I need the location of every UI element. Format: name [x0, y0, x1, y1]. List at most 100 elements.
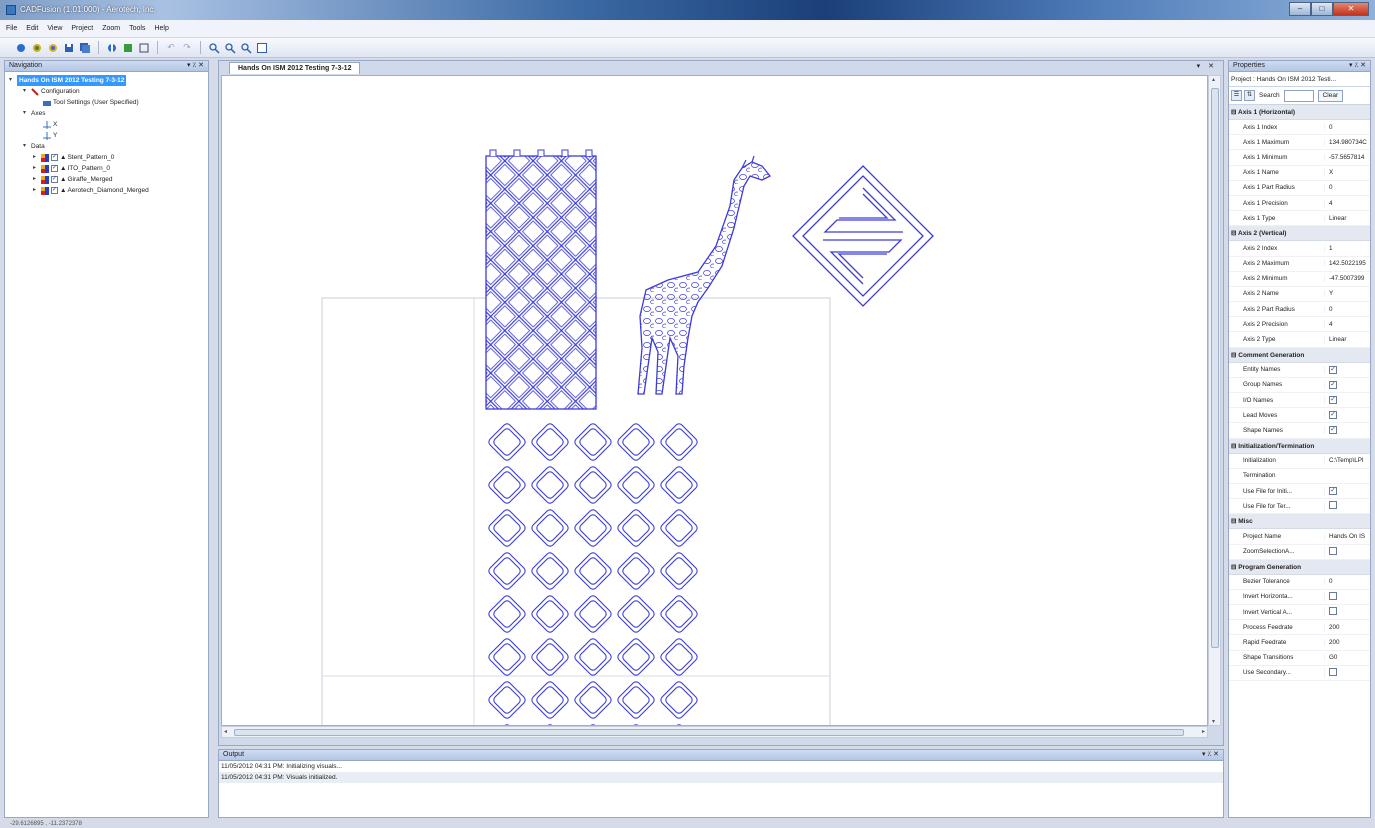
vertical-scrollbar[interactable]: ▴ ▾ — [1208, 75, 1221, 726]
property-row[interactable]: I/O Names ✓ — [1229, 393, 1370, 409]
menu-view[interactable]: View — [47, 25, 62, 32]
tree-node-axis-y[interactable]: Y — [9, 130, 204, 141]
ito-pattern[interactable] — [487, 422, 699, 726]
property-row[interactable]: ZoomSelectionA... — [1229, 545, 1370, 560]
giraffe-pattern[interactable] — [637, 155, 772, 395]
categorized-icon[interactable]: ☰ — [1231, 90, 1242, 101]
preview-icon[interactable] — [137, 41, 151, 55]
property-value[interactable]: 4 — [1324, 199, 1370, 207]
property-row[interactable]: Axis 1 Maximum 134.980734C — [1229, 135, 1370, 151]
property-value[interactable]: C:\Temp\LPI — [1324, 457, 1370, 465]
close-button[interactable]: ✕ — [1333, 2, 1369, 16]
collapse-icon[interactable]: ▾ — [23, 141, 31, 152]
undo-icon[interactable]: ↶ — [164, 41, 178, 55]
property-value[interactable]: G0 — [1324, 654, 1370, 662]
property-row[interactable]: Axis 2 Index 1 — [1229, 241, 1370, 257]
tree-node-axis-x[interactable]: X — [9, 119, 204, 130]
property-category[interactable]: ⊟ Axis 1 (Horizontal) — [1229, 105, 1370, 120]
project-name[interactable]: Hands On ISM 2012 Testing 7-3-12 — [17, 75, 127, 86]
menu-file[interactable]: File — [6, 25, 17, 32]
property-value[interactable]: 0 — [1324, 305, 1370, 313]
property-value[interactable]: 0 — [1324, 123, 1370, 131]
scroll-left-icon[interactable]: ◂ — [224, 728, 227, 735]
property-row[interactable]: Project Name Hands On IS — [1229, 529, 1370, 545]
property-value[interactable]: X — [1324, 169, 1370, 177]
tree-node-tool-settings[interactable]: Tool Settings (User Specified) — [9, 97, 204, 108]
property-checkbox[interactable] — [1329, 591, 1337, 600]
visibility-checkbox[interactable]: ✓ — [51, 154, 58, 161]
property-row[interactable]: Axis 2 Name Y — [1229, 287, 1370, 303]
property-row[interactable]: Use File for Initi... ✓ — [1229, 484, 1370, 500]
property-value[interactable]: Linear — [1324, 336, 1370, 344]
property-category[interactable]: ⊟ Misc — [1229, 514, 1370, 530]
property-checkbox[interactable] — [1329, 501, 1337, 510]
property-row[interactable]: Axis 1 Name X — [1229, 166, 1370, 181]
property-value[interactable]: 4 — [1324, 320, 1370, 328]
property-row[interactable]: Use Secondary... — [1229, 666, 1370, 681]
property-row[interactable]: Bezier Tolerance 0 — [1229, 575, 1370, 590]
property-checkbox[interactable]: ✓ — [1329, 411, 1337, 420]
property-value[interactable]: -47.5007399 — [1324, 275, 1370, 283]
property-row[interactable]: Initialization C:\Temp\LPI — [1229, 454, 1370, 469]
expand-icon[interactable]: ▸ — [33, 163, 41, 174]
property-value[interactable]: 142.5022195 — [1324, 260, 1370, 268]
collapse-icon[interactable]: ▾ — [23, 108, 31, 119]
save-icon[interactable] — [62, 41, 76, 55]
property-value[interactable]: 1 — [1324, 244, 1370, 252]
property-search-input[interactable] — [1283, 89, 1314, 102]
panel-pin-close-icons[interactable]: ▾ ٪ ✕ — [187, 61, 204, 71]
property-row[interactable]: Invert Vertical A... — [1229, 605, 1370, 621]
expand-icon[interactable]: ▸ — [33, 174, 41, 185]
tree-node-data-item[interactable]: ▸ ✓ ▲ Aerotech_Diamond_Merged — [9, 185, 204, 196]
property-checkbox[interactable] — [1329, 667, 1337, 676]
property-row[interactable]: Axis 2 Part Radius 0 — [1229, 302, 1370, 318]
property-row[interactable]: Rapid Feedrate 200 — [1229, 635, 1370, 651]
clear-search-button[interactable]: Clear — [1317, 89, 1344, 102]
property-row[interactable]: Axis 1 Precision 4 — [1229, 196, 1370, 212]
document-pin-close-icons[interactable]: ▾ ✕ — [1197, 62, 1217, 70]
property-row[interactable]: Shape Transitions G0 — [1229, 651, 1370, 666]
property-checkbox[interactable]: ✓ — [1329, 396, 1337, 405]
redo-icon[interactable]: ↷ — [180, 41, 194, 55]
property-row[interactable]: Axis 1 Part Radius 0 — [1229, 181, 1370, 196]
menu-edit[interactable]: Edit — [26, 25, 38, 32]
property-row[interactable]: Axis 2 Maximum 142.5022195 — [1229, 257, 1370, 272]
property-value[interactable]: 134.980734C — [1324, 138, 1370, 146]
visibility-checkbox[interactable]: ✓ — [51, 165, 58, 172]
cad-drawing[interactable] — [222, 76, 1208, 726]
open-icon[interactable] — [30, 41, 44, 55]
property-row[interactable]: Use File for Ter... — [1229, 499, 1370, 515]
visibility-checkbox[interactable]: ✓ — [51, 176, 58, 183]
zoom-window-icon[interactable] — [239, 41, 253, 55]
property-row[interactable]: Invert Horizonta... — [1229, 590, 1370, 606]
zoom-in-icon[interactable] — [207, 41, 221, 55]
alphabetical-sort-icon[interactable]: ⇅ — [1244, 90, 1255, 101]
drawing-canvas[interactable] — [221, 75, 1208, 726]
tree-node-data[interactable]: ▾ Data — [9, 141, 204, 152]
property-row[interactable]: Entity Names ✓ — [1229, 363, 1370, 378]
property-row[interactable]: Axis 2 Minimum -47.5007399 — [1229, 272, 1370, 287]
save-all-icon[interactable] — [78, 41, 92, 55]
property-checkbox[interactable] — [1329, 607, 1337, 616]
property-category[interactable]: ⊟ Axis 2 (Vertical) — [1229, 226, 1370, 242]
property-value[interactable]: 200 — [1324, 623, 1370, 631]
property-value[interactable]: 200 — [1324, 639, 1370, 647]
property-row[interactable]: Axis 1 Type Linear — [1229, 211, 1370, 227]
zoom-extents-icon[interactable] — [255, 41, 269, 55]
tree-node-data-item[interactable]: ▸ ✓ ▲ Giraffe_Merged — [9, 174, 204, 185]
tree-node-project[interactable]: ▾ Hands On ISM 2012 Testing 7-3-12 — [9, 75, 204, 86]
menu-help[interactable]: Help — [154, 25, 168, 32]
maximize-button[interactable]: □ — [1311, 2, 1333, 16]
tree-node-data-item[interactable]: ▸ ✓ ▲ ITO_Pattern_0 — [9, 163, 204, 174]
scroll-right-icon[interactable]: ▸ — [1202, 728, 1205, 735]
panel-pin-close-icons[interactable]: ▾ ٪ ✕ — [1202, 750, 1219, 760]
property-checkbox[interactable]: ✓ — [1329, 487, 1337, 496]
scroll-up-icon[interactable]: ▴ — [1212, 76, 1215, 83]
new-project-icon[interactable] — [14, 41, 28, 55]
menu-project[interactable]: Project — [71, 25, 93, 32]
property-row[interactable]: Group Names ✓ — [1229, 378, 1370, 393]
property-row[interactable]: Process Feedrate 200 — [1229, 620, 1370, 636]
menu-tools[interactable]: Tools — [129, 25, 145, 32]
expand-icon[interactable]: ▸ — [33, 152, 41, 163]
horizontal-scroll-thumb[interactable] — [234, 729, 1184, 736]
